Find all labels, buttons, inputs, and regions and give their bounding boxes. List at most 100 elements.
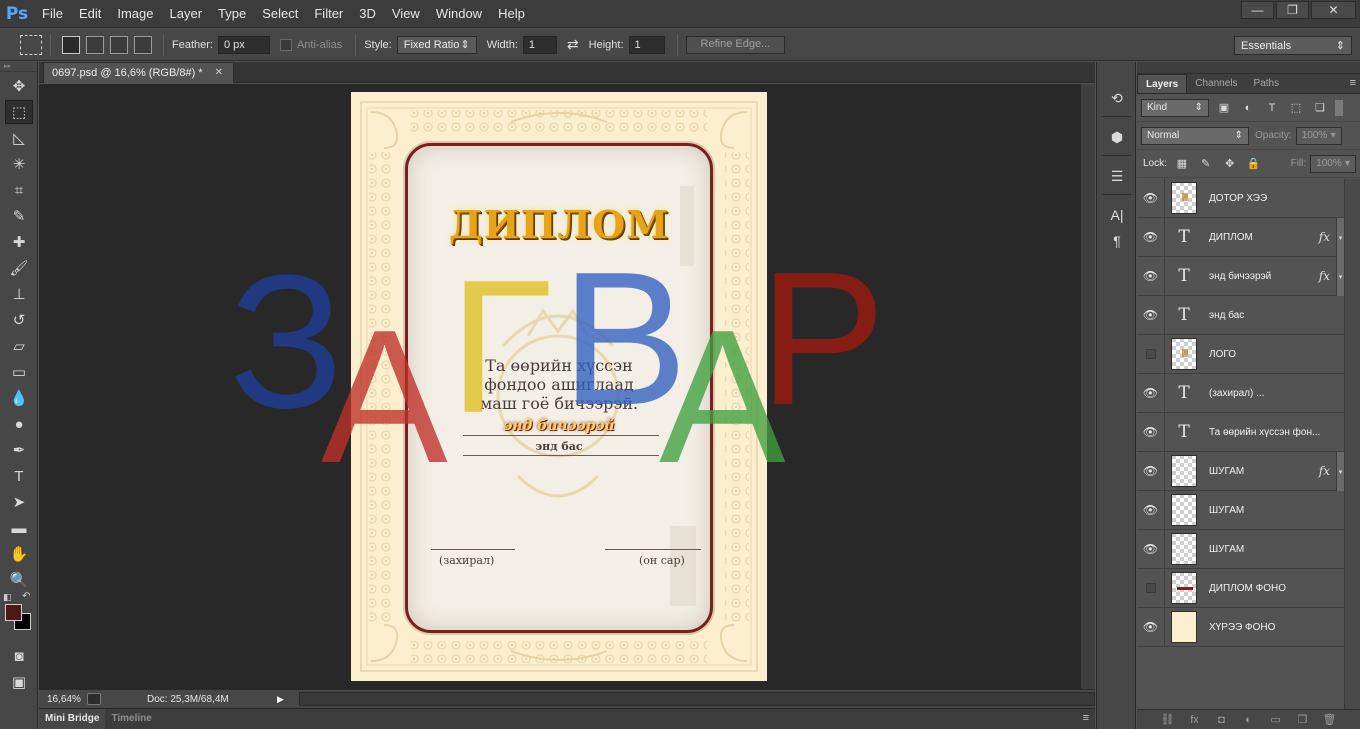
menu-layer[interactable]: Layer bbox=[162, 0, 211, 28]
status-preview-icon[interactable] bbox=[87, 693, 101, 705]
layer-effects-icon[interactable]: fx bbox=[1319, 269, 1330, 283]
menu-3d[interactable]: 3D bbox=[351, 0, 384, 28]
add-mask-icon[interactable]: ◘ bbox=[1208, 714, 1235, 726]
visibility-toggle[interactable] bbox=[1137, 334, 1165, 374]
visibility-eye-icon[interactable]: 👁 bbox=[1137, 451, 1165, 491]
add-selection-icon[interactable] bbox=[86, 35, 104, 54]
expand-effects-icon[interactable]: ▾ bbox=[1336, 257, 1344, 296]
refine-edge-button[interactable]: Refine Edge... bbox=[685, 35, 786, 54]
layers-scrollbar[interactable] bbox=[1344, 179, 1360, 709]
expand-effects-icon[interactable]: ▾ bbox=[1336, 218, 1344, 257]
visibility-toggle[interactable] bbox=[1137, 568, 1165, 608]
minimize-button[interactable]: — bbox=[1241, 1, 1274, 19]
type-tool-icon[interactable]: T bbox=[5, 464, 33, 488]
character-icon[interactable]: A| bbox=[1104, 203, 1130, 227]
canvas-horizontal-scrollbar[interactable] bbox=[299, 692, 1095, 706]
visibility-eye-icon[interactable]: 👁 bbox=[1137, 607, 1165, 647]
lock-all-icon[interactable]: 🔒 bbox=[1245, 156, 1263, 172]
panel-menu-icon[interactable]: ≡ bbox=[1350, 77, 1356, 89]
fill-input[interactable]: 100% ▾ bbox=[1310, 154, 1356, 173]
3d-icon[interactable]: ⬢ bbox=[1104, 125, 1130, 149]
filter-adjustment-icon[interactable]: ◐ bbox=[1239, 100, 1257, 116]
default-colors-icon[interactable]: ◧ bbox=[3, 592, 12, 603]
layer-row[interactable]: 👁 Tэнд бичээрэй fx ▾ bbox=[1137, 256, 1344, 296]
foreground-color-swatch[interactable] bbox=[5, 604, 22, 621]
layer-row[interactable]: 👁 ШУГАМ fx ▾ bbox=[1137, 451, 1344, 491]
swap-icon[interactable]: ⇄ bbox=[567, 36, 579, 53]
document-tab[interactable]: 0697.psd @ 16,6% (RGB/8#) * ✕ bbox=[43, 62, 234, 83]
new-group-icon[interactable]: ▭ bbox=[1262, 713, 1289, 726]
zoom-tool-icon[interactable]: 🔍 bbox=[5, 568, 33, 592]
dodge-tool-icon[interactable]: ● bbox=[5, 412, 33, 436]
height-input[interactable]: 1 bbox=[628, 35, 665, 54]
layer-row[interactable]: 👁 ХҮРЭЭ ФОНО bbox=[1137, 607, 1344, 647]
panel-menu-icon[interactable]: ≡ bbox=[1083, 712, 1089, 724]
menu-filter[interactable]: Filter bbox=[306, 0, 351, 28]
path-selection-tool-icon[interactable]: ➤ bbox=[5, 490, 33, 514]
canvas-vertical-scrollbar[interactable] bbox=[1080, 84, 1095, 689]
tab-paths[interactable]: Paths bbox=[1246, 74, 1288, 93]
lock-transparency-icon[interactable]: ▦ bbox=[1173, 156, 1191, 172]
visibility-eye-icon[interactable]: 👁 bbox=[1137, 217, 1165, 257]
add-style-icon[interactable]: fx bbox=[1181, 714, 1208, 726]
layer-effects-icon[interactable]: fx bbox=[1319, 464, 1330, 478]
canvas-area[interactable]: ДИПЛОМ Та өөрийн хүссэн фондоо ашиглаад … bbox=[39, 84, 1080, 689]
layer-row[interactable]: 👁 ДОТОР ХЭЭ bbox=[1137, 178, 1344, 218]
menu-window[interactable]: Window bbox=[428, 0, 490, 28]
pen-tool-icon[interactable]: ✒ bbox=[5, 438, 33, 462]
lasso-tool-icon[interactable]: ◺ bbox=[5, 126, 33, 150]
new-layer-icon[interactable]: ❐ bbox=[1289, 713, 1316, 726]
antialias-checkbox[interactable] bbox=[279, 38, 292, 51]
close-tab-icon[interactable]: ✕ bbox=[215, 63, 223, 83]
visibility-eye-icon[interactable]: 👁 bbox=[1137, 256, 1165, 296]
subtract-selection-icon[interactable] bbox=[110, 35, 128, 54]
menu-help[interactable]: Help bbox=[490, 0, 533, 28]
visibility-eye-icon[interactable]: 👁 bbox=[1137, 490, 1165, 530]
panel-grip[interactable] bbox=[1137, 62, 1360, 74]
workspace-select[interactable]: Essentials ⇕ bbox=[1234, 36, 1352, 55]
layer-effects-icon[interactable]: fx bbox=[1319, 230, 1330, 244]
visibility-eye-icon[interactable]: 👁 bbox=[1137, 412, 1165, 452]
tab-channels[interactable]: Channels bbox=[1187, 74, 1245, 93]
rect-marquee-tool-icon[interactable]: ⬚ bbox=[5, 100, 33, 124]
layer-row[interactable]: 👁 ШУГАМ bbox=[1137, 529, 1344, 569]
paragraph-icon[interactable]: ¶ bbox=[1104, 229, 1130, 253]
new-selection-icon[interactable] bbox=[62, 35, 80, 54]
visibility-eye-icon[interactable]: 👁 bbox=[1137, 178, 1165, 218]
menu-edit[interactable]: Edit bbox=[71, 0, 109, 28]
zoom-level[interactable]: 16,64% bbox=[39, 694, 87, 705]
gradient-tool-icon[interactable]: ▭ bbox=[5, 360, 33, 384]
opacity-input[interactable]: 100% ▾ bbox=[1295, 126, 1342, 145]
layer-row[interactable]: 👁 ШУГАМ bbox=[1137, 490, 1344, 530]
menu-view[interactable]: View bbox=[384, 0, 428, 28]
filter-smart-object-icon[interactable]: ❏ bbox=[1311, 100, 1329, 116]
filter-kind-select[interactable]: Kind ⇕ bbox=[1141, 98, 1209, 117]
status-menu-arrow-icon[interactable]: ▶ bbox=[277, 694, 284, 705]
feather-input[interactable]: 0 px bbox=[217, 35, 270, 54]
history-brush-tool-icon[interactable]: ↺ bbox=[5, 308, 33, 332]
link-layers-icon[interactable]: ⛓ bbox=[1154, 713, 1181, 726]
menu-select[interactable]: Select bbox=[254, 0, 306, 28]
expand-effects-icon[interactable]: ▾ bbox=[1336, 452, 1344, 491]
eraser-tool-icon[interactable]: ▱ bbox=[5, 334, 33, 358]
layer-row[interactable]: ДИПЛОМ ФОНО bbox=[1137, 568, 1344, 608]
intersect-selection-icon[interactable] bbox=[134, 35, 152, 54]
magic-wand-tool-icon[interactable]: ✳ bbox=[5, 152, 33, 176]
visibility-eye-icon[interactable]: 👁 bbox=[1137, 529, 1165, 569]
delete-layer-icon[interactable]: 🗑 bbox=[1316, 713, 1343, 726]
filter-type-icon[interactable]: T bbox=[1263, 100, 1281, 116]
filter-toggle-icon[interactable] bbox=[1335, 99, 1343, 116]
hand-tool-icon[interactable]: ✋ bbox=[5, 542, 33, 566]
rect-marquee-preset-icon[interactable] bbox=[20, 34, 42, 55]
layer-row[interactable]: ЛОГО bbox=[1137, 334, 1344, 374]
layer-row[interactable]: 👁 T ДИПЛОМ fx ▾ bbox=[1137, 217, 1344, 257]
adjustments-icon[interactable]: ☰ bbox=[1104, 164, 1130, 188]
blur-tool-icon[interactable]: 💧 bbox=[5, 386, 33, 410]
menu-file[interactable]: File bbox=[34, 0, 71, 28]
lock-pixels-icon[interactable]: ✎ bbox=[1197, 156, 1215, 172]
rectangle-tool-icon[interactable]: ▬ bbox=[5, 516, 33, 540]
filter-shape-icon[interactable]: ⬚ bbox=[1287, 100, 1305, 116]
visibility-eye-icon[interactable]: 👁 bbox=[1137, 295, 1165, 335]
style-select[interactable]: Fixed Ratio ⇕ bbox=[396, 35, 477, 54]
restore-button[interactable]: ❐ bbox=[1276, 1, 1309, 19]
